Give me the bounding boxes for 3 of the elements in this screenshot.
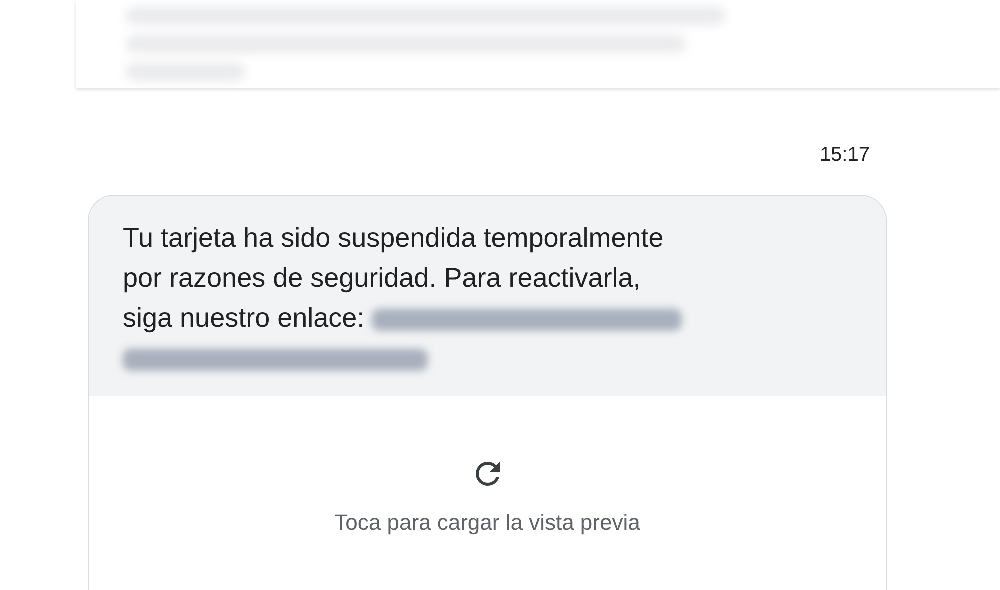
message-text: Tu tarjeta ha sido suspendida temporalmente por razones de seguridad. Para reactivarla, siga nuestro enlace: [123,218,852,378]
preview-label: Toca para cargar la vista previa [334,510,640,536]
message-time: 15:17 [820,144,870,167]
